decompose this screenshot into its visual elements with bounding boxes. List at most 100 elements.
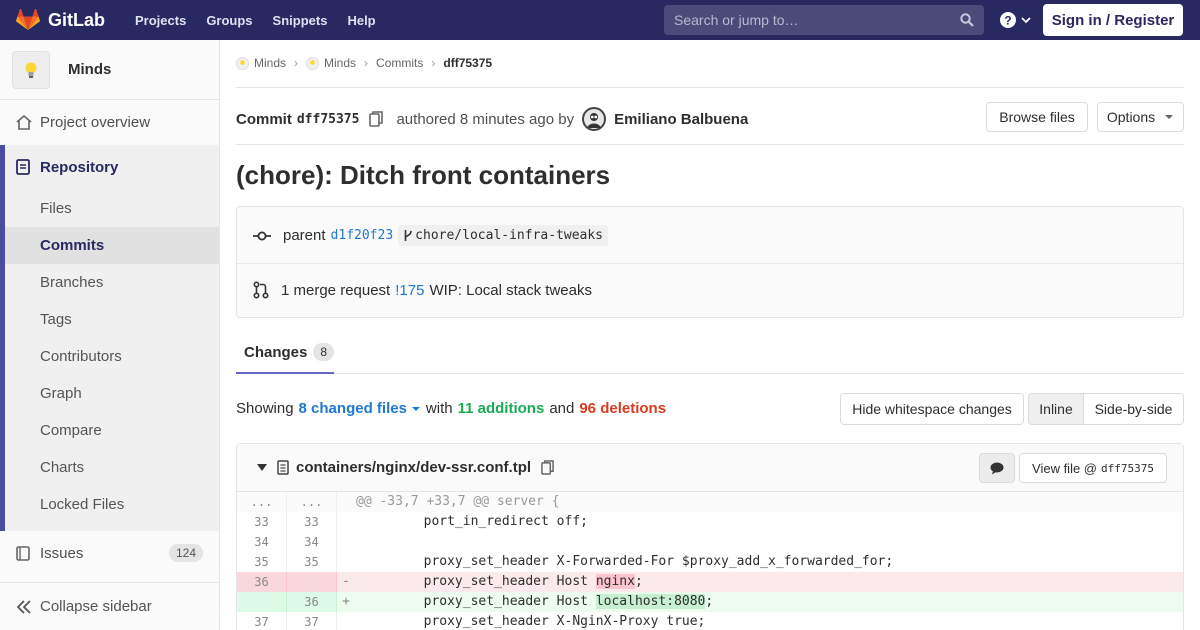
merge-request-link[interactable]: !175 (395, 282, 424, 299)
document-icon (16, 159, 34, 175)
old-line-number[interactable]: 37 (237, 612, 287, 630)
sidebar-item-repository[interactable]: Repository (0, 157, 219, 177)
branch-icon (404, 230, 412, 241)
tabs: Changes 8 (236, 332, 1184, 374)
commit-icon (253, 231, 271, 240)
browse-files-button[interactable]: Browse files (986, 102, 1088, 132)
nav-help[interactable]: Help (347, 13, 375, 28)
double-chevron-left-icon (16, 599, 32, 614)
file-icon (277, 460, 289, 475)
sidebar-item-tags[interactable]: Tags (40, 311, 72, 328)
comment-icon (990, 462, 1004, 474)
author-name[interactable]: Emiliano Balbuena (614, 111, 748, 128)
brand-name: GitLab (48, 9, 105, 30)
copy-path-icon[interactable] (541, 460, 554, 475)
sidebar-item-graph[interactable]: Graph (40, 385, 82, 402)
copy-sha-icon[interactable] (369, 111, 384, 127)
view-mode-toggle: Inline Side-by-side (1028, 393, 1184, 425)
diff-line: 37 37 proxy_set_header X-NginX-Proxy true… (237, 612, 1183, 630)
new-line-number[interactable]: 34 (287, 532, 337, 552)
search-input[interactable] (674, 12, 954, 28)
new-line-number[interactable]: 33 (287, 512, 337, 532)
parent-sha-link[interactable]: d1f20f23 (331, 228, 394, 243)
sidebar-item-label: Repository (40, 158, 119, 176)
diff-stats: Showing 8 changed files with 11 addition… (236, 400, 666, 417)
tab-changes[interactable]: Changes 8 (236, 332, 335, 374)
diff-sign: - (342, 574, 350, 589)
new-line-number[interactable]: 37 (287, 612, 337, 630)
sidebar-item-commits[interactable]: Commits (40, 237, 104, 254)
divider (237, 263, 1183, 264)
breadcrumb-separator: › (294, 56, 299, 70)
new-line-number[interactable]: 36 (287, 592, 337, 612)
sidebar-item-branches[interactable]: Branches (40, 274, 103, 291)
breadcrumb-group[interactable]: Minds (236, 56, 286, 70)
home-icon (16, 114, 34, 130)
old-line-number[interactable]: 36 (237, 572, 287, 592)
diff-sign: + (342, 594, 350, 609)
old-line-number[interactable]: 34 (237, 532, 287, 552)
old-line-number[interactable] (237, 592, 287, 612)
sidebar-item-project-overview[interactable]: Project overview (0, 112, 219, 132)
inline-view-button[interactable]: Inline (1028, 393, 1084, 425)
and-label: and (549, 400, 575, 417)
collapse-sidebar-button[interactable]: Collapse sidebar (0, 582, 219, 630)
project-avatar (12, 50, 50, 89)
search-icon (960, 13, 974, 27)
divider (236, 144, 1184, 145)
breadcrumb-commits[interactable]: Commits (376, 56, 423, 70)
new-line-number[interactable] (287, 572, 337, 592)
code-text: proxy_set_header Host localhost:8080; (361, 594, 714, 609)
sidebar-item-compare[interactable]: Compare (40, 422, 102, 439)
sidebar-item-locked-files[interactable]: Locked Files (40, 496, 124, 513)
diff-lines: ...... @@ -33,7 +33,7 @@ server { 33 33 por… (237, 492, 1183, 630)
diff-line: 33 33 port_in_redirect off; (237, 512, 1183, 532)
view-file-sha: dff75375 (1101, 461, 1154, 475)
sidebar-item-issues[interactable]: Issues 124 (0, 543, 219, 563)
author-avatar[interactable] (582, 107, 607, 131)
code-text: @@ -33,7 +33,7 @@ server { (356, 494, 560, 509)
options-dropdown[interactable]: Options (1097, 102, 1184, 132)
hide-whitespace-button[interactable]: Hide whitespace changes (840, 393, 1024, 425)
changed-files-dropdown[interactable]: 8 changed files (299, 400, 407, 417)
project-avatar-icon (306, 56, 320, 70)
showing-label: Showing (236, 400, 294, 417)
breadcrumb-separator: › (431, 56, 436, 70)
view-file-label: View file @ (1032, 460, 1097, 476)
additions-count: 11 additions (457, 400, 545, 417)
breadcrumb: Minds › Minds › Commits › dff75375 (236, 56, 492, 70)
nav-snippets[interactable]: Snippets (273, 13, 328, 28)
changed-token: localhost:8080 (595, 594, 706, 609)
diff-line: 36 - proxy_set_header Host nginx; (237, 572, 1183, 592)
commit-info-box: parent d1f20f23 chore/local-infra-tweaks… (236, 206, 1184, 318)
sidebar-item-files[interactable]: Files (40, 200, 72, 217)
project-name: Minds (68, 61, 112, 78)
help-dropdown[interactable]: ? (1000, 12, 1032, 28)
breadcrumb-current[interactable]: dff75375 (443, 56, 492, 70)
sidebar-item-charts[interactable]: Charts (40, 459, 84, 476)
caret-down-icon (411, 406, 420, 411)
breadcrumb-label: Minds (254, 56, 287, 70)
project-header[interactable]: Minds (0, 40, 219, 100)
new-line-number[interactable]: ... (287, 492, 337, 512)
file-path[interactable]: containers/nginx/dev-ssr.conf.tpl (296, 459, 531, 476)
new-line-number[interactable]: 35 (287, 552, 337, 572)
branch-label[interactable]: chore/local-infra-tweaks (398, 225, 609, 246)
side-by-side-view-button[interactable]: Side-by-side (1084, 393, 1184, 425)
sidebar-item-contributors[interactable]: Contributors (40, 348, 122, 365)
chevron-down-icon[interactable] (257, 464, 267, 471)
nav-projects[interactable]: Projects (135, 13, 186, 28)
changed-token: nginx (595, 574, 635, 589)
comment-toggle-button[interactable] (979, 453, 1015, 483)
old-line-number[interactable]: 35 (237, 552, 287, 572)
gitlab-logo[interactable]: GitLab (16, 9, 105, 31)
breadcrumb-project[interactable]: Minds (306, 56, 356, 70)
nav-groups[interactable]: Groups (206, 13, 252, 28)
view-file-button[interactable]: View file @ dff75375 (1019, 453, 1167, 483)
search-box[interactable] (664, 5, 984, 35)
active-item-highlight (5, 227, 219, 264)
old-line-number[interactable]: 33 (237, 512, 287, 532)
sign-in-button[interactable]: Sign in / Register (1043, 4, 1183, 36)
old-line-number[interactable]: ... (237, 492, 287, 512)
